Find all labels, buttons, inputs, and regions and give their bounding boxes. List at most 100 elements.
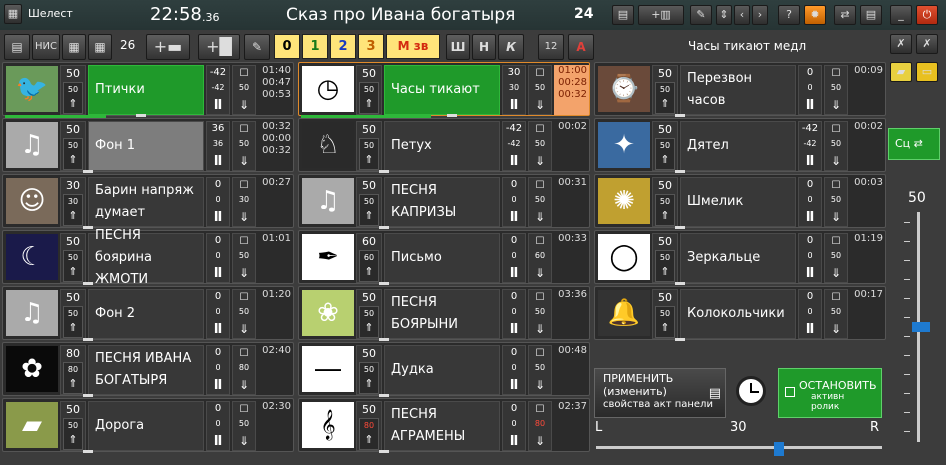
arrow-down-icon[interactable]: ⇓ (529, 210, 551, 224)
checkbox-icon[interactable]: ☐ (233, 180, 255, 191)
cue-value[interactable]: 0 (503, 347, 525, 358)
cue-value-2[interactable]: 0 (207, 419, 229, 428)
cue-volume[interactable]: 0 0 Ⅱ (502, 289, 526, 339)
volume-tick[interactable] (904, 298, 910, 299)
help-icon[interactable]: ? (778, 5, 800, 25)
loop-box[interactable]: ☐ 30 ⇓ (232, 177, 256, 227)
cue-value-2[interactable]: 0 (207, 307, 229, 316)
loop-box[interactable]: ☐ 50 ⇓ (232, 65, 256, 115)
time-value[interactable]: 01:20 (258, 289, 291, 301)
time-value[interactable]: 00:17 (850, 289, 883, 301)
sync-icon[interactable]: ⇄ (834, 5, 856, 25)
edit-icon[interactable]: ✎ (690, 5, 712, 25)
mirror-icon[interactable]: ◯ (598, 234, 650, 280)
cue-volume[interactable]: -42 -42 Ⅱ (502, 121, 526, 171)
cue-volume[interactable]: 36 36 Ⅱ (206, 121, 230, 171)
loop-value[interactable]: 80 (233, 363, 255, 372)
time-value[interactable]: 01:00 (554, 65, 587, 77)
time-stack[interactable]: 00:33 (554, 233, 589, 283)
arrow-up-icon[interactable]: ⇑ (64, 321, 82, 335)
time-value[interactable]: 03:36 (554, 289, 587, 301)
list-view-icon[interactable]: ▤ (4, 34, 30, 60)
add-block-button[interactable]: +█ (198, 34, 240, 60)
volume-tick[interactable] (904, 222, 910, 223)
track-name[interactable]: ПЕСНЯ БОЯРЫНИ (384, 289, 500, 339)
loop-value[interactable]: 30 (233, 195, 255, 204)
track-cell[interactable]: 🔔 50 50 ⇑ Колокольчики 0 0 Ⅱ ☐ 50 ⇓ 00:17 (594, 286, 886, 341)
num-1-button[interactable]: 1 (302, 34, 328, 59)
time-value[interactable]: 01:19 (850, 233, 883, 245)
position-knob[interactable] (379, 226, 389, 229)
checkbox-icon[interactable]: ☐ (233, 68, 255, 79)
track-cell[interactable]: ▰ 50 50 ⇑ Дорога 0 0 Ⅱ ☐ 50 ⇓ 02:30 (2, 398, 294, 453)
track-cell[interactable]: ✒ 60 60 ⇑ Письмо 0 0 Ⅱ ☐ 60 ⇓ 00:33 (298, 230, 590, 285)
road-landscape-icon[interactable]: ▰ (6, 402, 58, 448)
loop-box[interactable]: ☐ 50 ⇓ (824, 233, 848, 283)
nis-button[interactable]: НИС (32, 34, 60, 60)
volume-value-2[interactable]: 50 (360, 307, 378, 321)
checkbox-icon[interactable]: ☐ (233, 404, 255, 415)
time-stack[interactable]: 00:03 (850, 177, 885, 227)
time-value[interactable]: 00:09 (850, 65, 883, 77)
volume-value-2[interactable]: 50 (64, 419, 82, 433)
pause-icon[interactable]: Ⅱ (799, 210, 821, 225)
cue-value[interactable]: 0 (503, 179, 525, 190)
cue-volume[interactable]: 0 0 Ⅱ (798, 233, 822, 283)
cue-value-2[interactable]: 0 (207, 251, 229, 260)
cue-value-2[interactable]: 0 (799, 307, 821, 316)
track-name[interactable]: Перезвон часов (680, 65, 796, 115)
volume-value[interactable]: 50 (61, 123, 85, 136)
pause-icon[interactable]: Ⅱ (503, 210, 525, 225)
loop-value[interactable]: 50 (825, 307, 847, 316)
num-3-button[interactable]: 3 (358, 34, 384, 59)
bold-button[interactable]: Ш (446, 34, 470, 60)
cue-volume[interactable]: 0 0 Ⅱ (206, 345, 230, 395)
volume-value[interactable]: 50 (357, 291, 381, 304)
arrow-down-icon[interactable]: ⇓ (233, 378, 255, 392)
cue-value[interactable]: 30 (503, 67, 525, 78)
master-volume-knob[interactable] (912, 322, 930, 332)
track-cell[interactable]: ❀ 50 50 ⇑ ПЕСНЯ БОЯРЫНИ 0 0 Ⅱ ☐ 50 ⇓ 03:36 (298, 286, 590, 341)
position-knob[interactable] (83, 282, 93, 285)
cue-value[interactable]: 36 (207, 123, 229, 134)
volume-value[interactable]: 50 (61, 67, 85, 80)
volume-inner[interactable]: 50 ⇑ (359, 82, 379, 114)
arrow-down-icon[interactable]: ⇓ (529, 266, 551, 280)
checkbox-icon[interactable]: ☐ (529, 292, 551, 303)
checkbox-icon[interactable]: ☐ (529, 124, 551, 135)
folder-open-icon[interactable]: ▰ (890, 62, 912, 82)
volume-value-2[interactable]: 50 (656, 139, 674, 153)
folder-icon[interactable]: ▭ (916, 62, 938, 82)
volume-value[interactable]: 50 (653, 123, 677, 136)
time-stack[interactable]: 01:40 00:47 00:53 (258, 65, 293, 115)
pause-icon[interactable]: Ⅱ (207, 434, 229, 449)
volume-inner[interactable]: 50 ⇑ (63, 306, 83, 338)
clock-icon[interactable]: ◷ (302, 66, 354, 112)
pause-icon[interactable]: Ⅱ (207, 98, 229, 113)
cue-volume[interactable]: 0 0 Ⅱ (206, 233, 230, 283)
volume-value[interactable]: 50 (357, 67, 381, 80)
arrow-up-icon[interactable]: ⇑ (64, 377, 82, 391)
volume-box[interactable]: 50 50 ⇑ (60, 65, 86, 115)
track-cell[interactable]: ✺ 50 50 ⇑ Шмелик 0 0 Ⅱ ☐ 50 ⇓ 00:03 (594, 174, 886, 229)
loop-box[interactable]: ☐ 50 ⇓ (824, 65, 848, 115)
volume-value-2[interactable]: 80 (360, 419, 378, 433)
volume-value-2[interactable]: 50 (64, 83, 82, 97)
cue-value[interactable]: 0 (503, 403, 525, 414)
loop-value[interactable]: 50 (233, 307, 255, 316)
volume-box[interactable]: 50 50 ⇑ (652, 65, 678, 115)
time-stack[interactable]: 00:02 (554, 121, 589, 171)
loop-value[interactable]: 50 (233, 251, 255, 260)
volume-value[interactable]: 50 (653, 291, 677, 304)
cue-volume[interactable]: 0 0 Ⅱ (798, 289, 822, 339)
position-knob[interactable] (135, 114, 146, 117)
track-cell[interactable]: ✦ 50 50 ⇑ Дятел -42 -42 Ⅱ ☐ 50 ⇓ 00:02 (594, 118, 886, 173)
updown-icon[interactable]: ⇕ (716, 5, 732, 25)
pause-icon[interactable]: Ⅱ (503, 378, 525, 393)
volume-box[interactable]: 50 50 ⇑ (652, 233, 678, 283)
cue-value-2[interactable]: 0 (503, 419, 525, 428)
time-value[interactable]: 00:28 (554, 77, 587, 89)
mute-sound-button[interactable]: М зв (386, 34, 440, 59)
loop-box[interactable]: ☐ 80 ⇓ (528, 401, 552, 451)
position-knob[interactable] (675, 170, 685, 173)
